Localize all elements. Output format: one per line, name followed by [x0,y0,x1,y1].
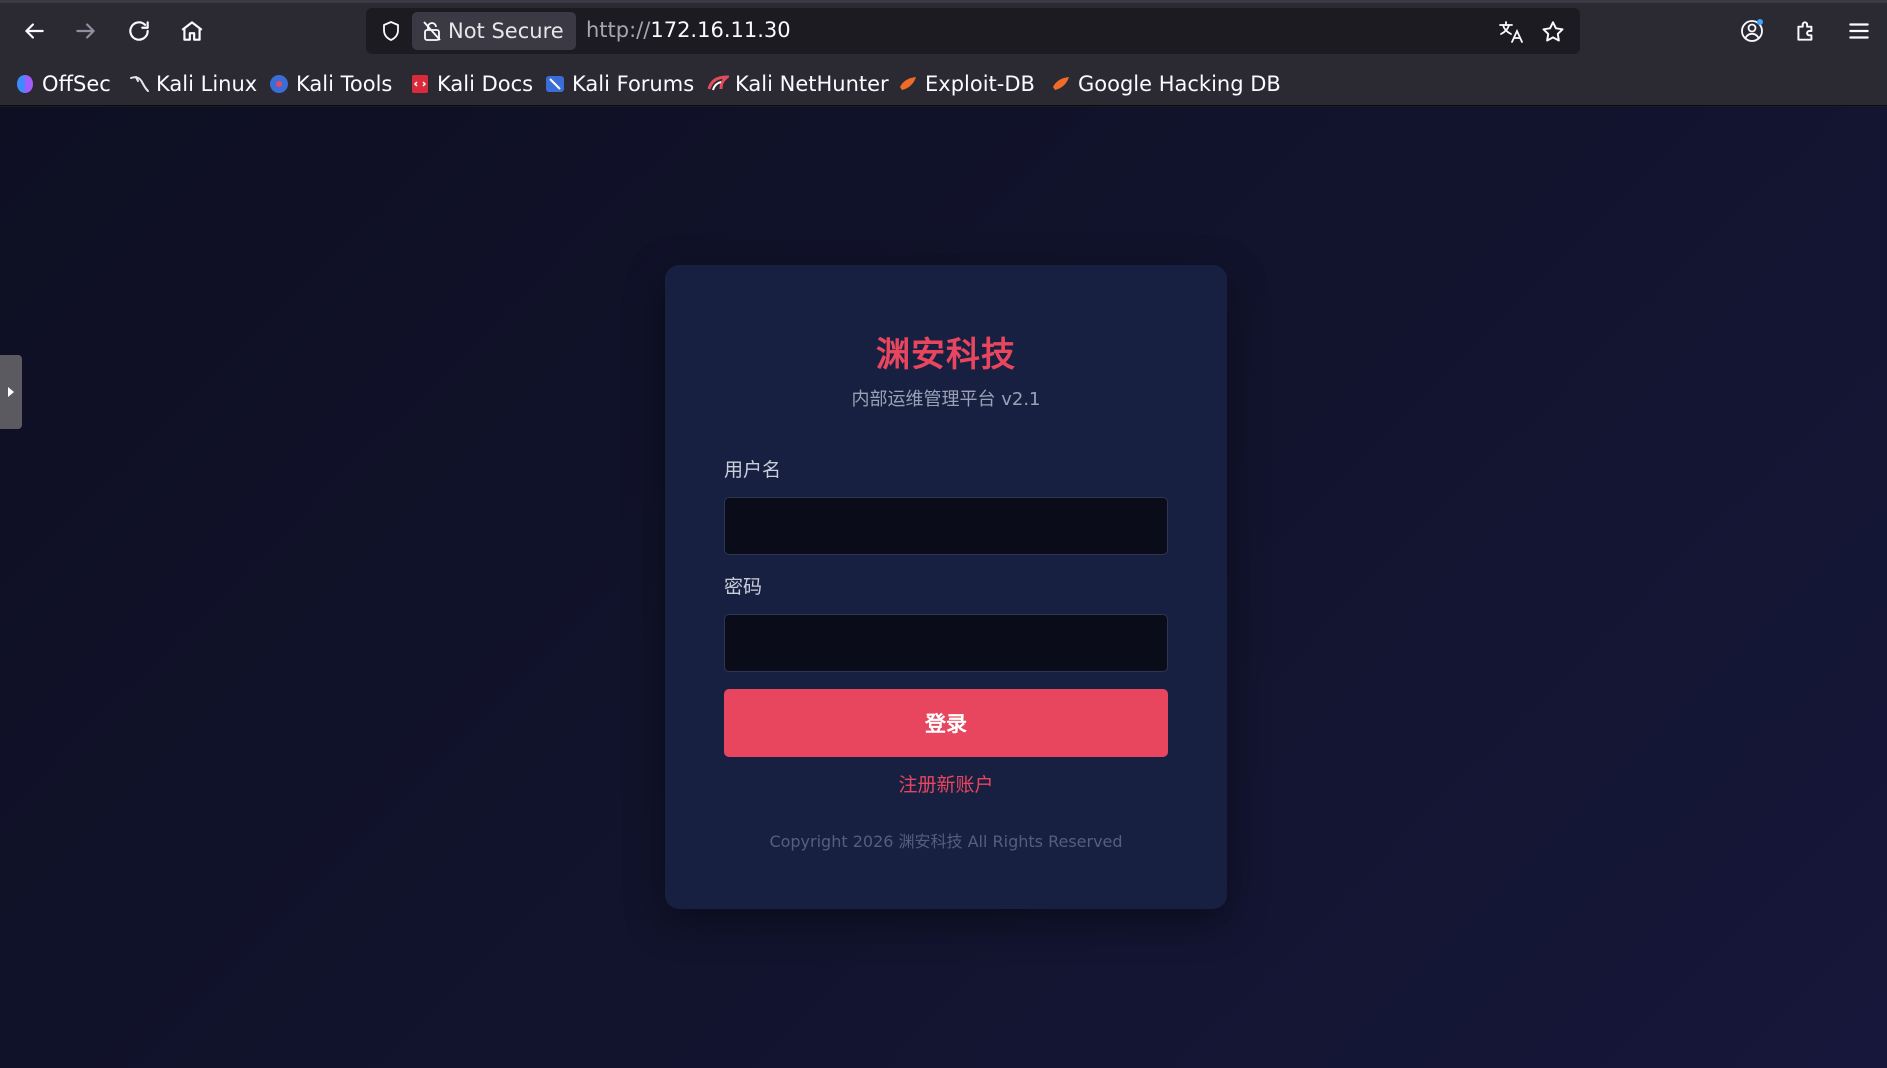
shield-icon [383,21,399,41]
translate-button[interactable] [1494,15,1528,49]
account-icon [1741,19,1763,42]
url-bar[interactable]: Not Secure http://172.16.11.30 [366,8,1580,54]
password-input[interactable] [724,614,1168,672]
bookmark-kali-nethunter[interactable]: Kali NetHunter [707,69,889,99]
bookmark-label: OffSec [42,72,111,96]
bookmark-label: Kali Forums [572,72,695,96]
bookmark-kali-forums[interactable]: Kali Forums [544,69,694,99]
reload-icon [129,21,149,41]
arrow-left-icon [25,23,44,39]
kali-forums-icon [546,76,564,92]
offsec-icon [17,75,33,93]
url-text[interactable]: http://172.16.11.30 [586,18,791,42]
copyright-text: Copyright 2026 渊安科技 All Rights Reserved [769,832,1123,851]
account-button[interactable] [1732,11,1772,51]
kali-docs-icon [412,75,428,93]
ghdb-icon [1053,77,1069,90]
login-button[interactable]: 登录 [724,689,1168,757]
bookmark-kali-linux[interactable]: Kali Linux [128,69,257,99]
password-label: 密码 [724,576,763,598]
bookmark-kali-tools[interactable]: Kali Tools [268,69,392,99]
bookmark-label: Kali Docs [437,72,534,96]
home-icon [181,21,203,41]
forward-button[interactable] [66,11,106,51]
hamburger-menu-icon [1849,23,1869,39]
star-icon [1542,21,1564,42]
bookmark-label: Kali NetHunter [735,72,889,96]
arrow-right-icon [76,23,95,39]
brand-title: 渊安科技 [876,335,1016,375]
bookmark-exploit-db[interactable]: Exploit-DB [897,69,1035,99]
url-host: 172.16.11.30 [650,18,791,42]
site-security-indicator[interactable]: Not Secure [412,12,576,50]
reload-button[interactable] [119,11,159,51]
menu-button[interactable] [1839,11,1879,51]
platform-subtitle: 内部运维管理平台 v2.1 [851,389,1041,410]
bookmark-label: Exploit-DB [925,72,1035,96]
tab-strip-edge [0,0,1887,3]
nethunter-icon [707,75,729,91]
translate-icon [1499,21,1523,43]
extensions-button[interactable] [1786,11,1826,51]
bookmark-offsec[interactable]: OffSec [14,69,111,99]
security-label: Not Secure [448,19,564,43]
bookmark-label: Google Hacking DB [1078,72,1281,96]
kali-tools-icon [270,75,288,93]
bookmark-star-button[interactable] [1536,15,1570,49]
unlocked-icon [423,21,441,41]
caret-right-icon [8,387,14,397]
bookmarks-toolbar: OffSec Kali Linux Kali Tools Kali Docs K… [0,62,1887,106]
kali-dragon-icon [130,76,149,92]
username-label: 用户名 [724,459,782,481]
bookmark-label: Kali Linux [156,72,258,96]
username-input[interactable] [724,497,1168,555]
page-content: 渊安科技 内部运维管理平台 v2.1 用户名 密码 登录 注册新账户 Copyr… [0,107,1887,1068]
register-link[interactable]: 注册新账户 [665,770,1227,797]
browser-toolbar: Not Secure http://172.16.11.30 [0,0,1887,62]
url-scheme: http:// [586,18,651,42]
bookmark-google-hacking-db[interactable]: Google Hacking DB [1050,69,1281,99]
login-card: 渊安科技 内部运维管理平台 v2.1 用户名 密码 登录 注册新账户 Copyr… [665,265,1227,909]
sidebar-toggle[interactable] [0,355,22,429]
bookmark-kali-docs[interactable]: Kali Docs [409,69,533,99]
exploit-db-icon [900,77,916,90]
puzzle-icon [1797,21,1813,41]
bookmark-label: Kali Tools [296,72,393,96]
home-button[interactable] [172,11,212,51]
back-button[interactable] [14,11,54,51]
tracking-protection-button[interactable] [374,14,408,48]
